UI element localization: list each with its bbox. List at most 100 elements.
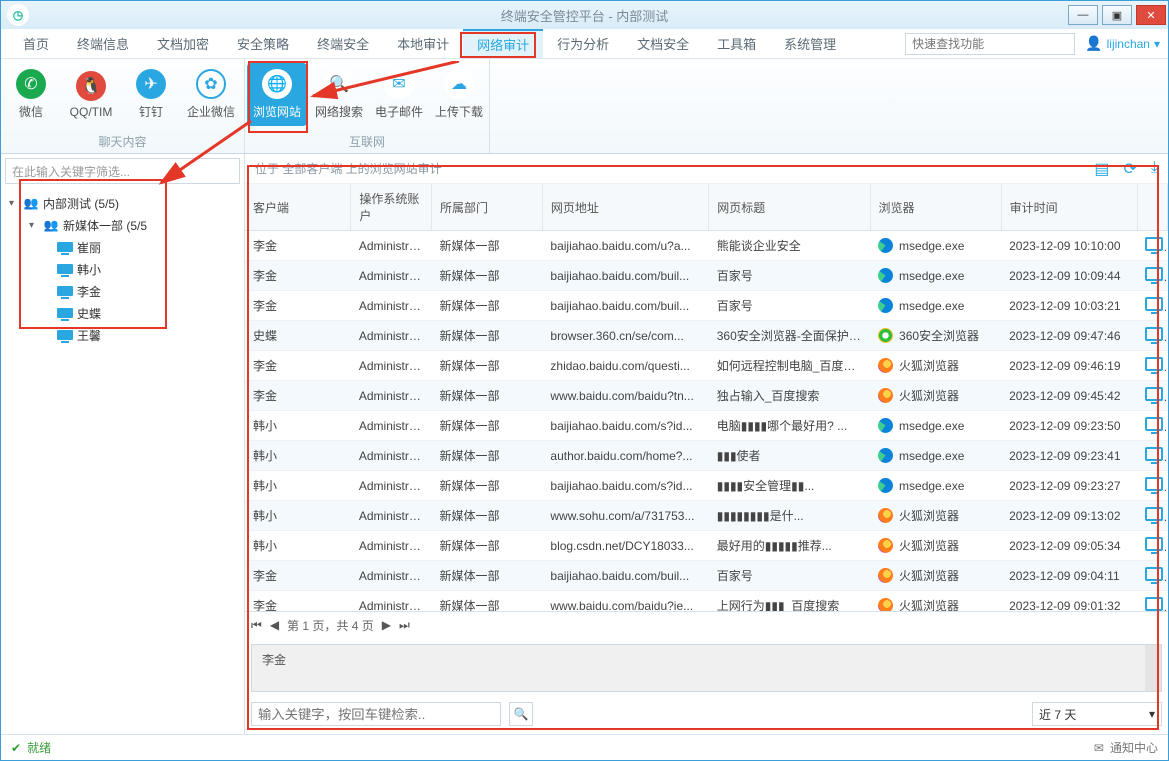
- cell-monitor[interactable]: [1137, 411, 1167, 441]
- col-title[interactable]: 网页标题: [709, 184, 870, 231]
- ribbon-enterprise-wechat[interactable]: ✿企业微信: [181, 59, 241, 130]
- pager-prev[interactable]: ◀: [270, 618, 279, 632]
- detail-scrollbar[interactable]: [1145, 645, 1161, 691]
- sidebar-filter-input[interactable]: 在此输入关键字筛选...: [5, 158, 240, 184]
- monitor-icon: [1145, 477, 1163, 491]
- refresh-icon[interactable]: ⟳: [1124, 159, 1137, 179]
- menu-terminal-security[interactable]: 终端安全: [303, 29, 383, 58]
- col-browser[interactable]: 浏览器: [870, 184, 1001, 231]
- cell-os: Administra...: [351, 591, 432, 613]
- col-dept[interactable]: 所属部门: [432, 184, 543, 231]
- table-row[interactable]: 韩小Administra...新媒体一部baijiahao.baidu.com/…: [245, 411, 1168, 441]
- monitor-icon: [1145, 297, 1163, 311]
- menu-local-audit[interactable]: 本地审计: [383, 29, 463, 58]
- col-url[interactable]: 网页地址: [542, 184, 708, 231]
- close-button[interactable]: ✕: [1136, 5, 1166, 25]
- pager-first[interactable]: ⏮: [251, 618, 262, 633]
- table-row[interactable]: 李金Administra...新媒体一部baijiahao.baidu.com/…: [245, 291, 1168, 321]
- table-row[interactable]: 李金Administra...新媒体一部www.baidu.com/baidu?…: [245, 381, 1168, 411]
- tree-leaf[interactable]: 崔丽: [1, 236, 244, 258]
- menu-system[interactable]: 系统管理: [770, 29, 850, 58]
- cell-time: 2023-12-09 10:09:44: [1001, 261, 1137, 291]
- monitor-icon: [1145, 237, 1163, 251]
- current-user[interactable]: 👤 lijinchan ▾: [1085, 35, 1160, 52]
- cell-url: baijiahao.baidu.com/s?id...: [542, 411, 708, 441]
- menu-doc-security[interactable]: 文档安全: [623, 29, 703, 58]
- ribbon-qq[interactable]: 🐧QQ/TIM: [61, 59, 121, 130]
- cell-monitor[interactable]: [1137, 231, 1167, 261]
- keyword-search-button[interactable]: 🔍: [509, 702, 533, 726]
- tree-group[interactable]: ▾ 👥 新媒体一部 (5/5: [1, 214, 244, 236]
- table-row[interactable]: 韩小Administra...新媒体一部www.sohu.com/a/73175…: [245, 501, 1168, 531]
- menu-network-audit[interactable]: 网络审计: [463, 29, 543, 58]
- pager-last[interactable]: ⏭: [399, 618, 410, 633]
- cell-monitor[interactable]: [1137, 501, 1167, 531]
- maximize-button[interactable]: ▣: [1102, 5, 1132, 25]
- table-row[interactable]: 韩小Administra...新媒体一部blog.csdn.net/DCY180…: [245, 531, 1168, 561]
- cell-monitor[interactable]: [1137, 321, 1167, 351]
- table-row[interactable]: 韩小Administra...新媒体一部author.baidu.com/hom…: [245, 441, 1168, 471]
- monitor-icon: [1145, 267, 1163, 281]
- chevron-down-icon: ▾: [1149, 707, 1155, 721]
- cell-time: 2023-12-09 09:45:42: [1001, 381, 1137, 411]
- cell-browser: 火狐浏览器: [870, 531, 1001, 561]
- table-row[interactable]: 李金Administra...新媒体一部baijiahao.baidu.com/…: [245, 561, 1168, 591]
- ribbon-email[interactable]: ✉电子邮件: [369, 59, 429, 130]
- user-name: lijinchan: [1107, 37, 1150, 51]
- breadcrumb: 位于 全部客户端 上的浏览网站审计: [255, 160, 442, 177]
- col-time[interactable]: 审计时间: [1001, 184, 1137, 231]
- table-row[interactable]: 李金Administra...新媒体一部baijiahao.baidu.com/…: [245, 261, 1168, 291]
- cell-monitor[interactable]: [1137, 291, 1167, 321]
- pager-text: 第 1 页，共 4 页: [287, 617, 374, 634]
- export-icon[interactable]: ⤓: [1151, 159, 1158, 179]
- ribbon-wechat[interactable]: ✆微信: [1, 59, 61, 130]
- menu-toolbox[interactable]: 工具箱: [703, 29, 770, 58]
- keyword-input[interactable]: [251, 702, 501, 726]
- tree-leaf[interactable]: 韩小: [1, 258, 244, 280]
- cell-monitor[interactable]: [1137, 471, 1167, 501]
- notification-center[interactable]: 通知中心: [1110, 739, 1158, 756]
- cell-time: 2023-12-09 09:23:50: [1001, 411, 1137, 441]
- tree-leaf[interactable]: 王馨: [1, 324, 244, 346]
- ribbon-web-search[interactable]: 🔍网络搜索: [309, 59, 369, 130]
- chevron-down-icon: ▾: [1154, 37, 1160, 51]
- cell-monitor[interactable]: [1137, 381, 1167, 411]
- quick-search-input[interactable]: [905, 33, 1075, 55]
- minimize-button[interactable]: —: [1068, 5, 1098, 25]
- tree-root[interactable]: ▾ 👥 内部测试 (5/5): [1, 192, 244, 214]
- statusbar: ✔ 就绪 ✉ 通知中心: [1, 734, 1168, 760]
- cell-time: 2023-12-09 09:47:46: [1001, 321, 1137, 351]
- table-row[interactable]: 史蝶Administra...新媒体一部browser.360.cn/se/co…: [245, 321, 1168, 351]
- cell-client: 李金: [245, 261, 351, 291]
- tree-leaf[interactable]: 李金: [1, 280, 244, 302]
- tree-group-label: 新媒体一部 (5/5: [63, 217, 147, 234]
- table-row[interactable]: 韩小Administra...新媒体一部baijiahao.baidu.com/…: [245, 471, 1168, 501]
- pc-icon: [57, 264, 73, 274]
- menu-doc-encrypt[interactable]: 文档加密: [143, 29, 223, 58]
- pager-next[interactable]: ▶: [382, 618, 391, 632]
- columns-icon[interactable]: ▤: [1094, 159, 1109, 179]
- menu-home[interactable]: 首页: [9, 29, 63, 58]
- table-row[interactable]: 李金Administra...新媒体一部zhidao.baidu.com/que…: [245, 351, 1168, 381]
- cell-monitor[interactable]: [1137, 351, 1167, 381]
- menu-security-policy[interactable]: 安全策略: [223, 29, 303, 58]
- cell-monitor[interactable]: [1137, 561, 1167, 591]
- cell-monitor[interactable]: [1137, 261, 1167, 291]
- col-os[interactable]: 操作系统账户: [351, 184, 432, 231]
- ribbon-upload-download[interactable]: ☁上传下载: [429, 59, 489, 130]
- col-client[interactable]: 客户端: [245, 184, 351, 231]
- menu-behavior[interactable]: 行为分析: [543, 29, 623, 58]
- cell-monitor[interactable]: [1137, 441, 1167, 471]
- table-row[interactable]: 李金Administra...新媒体一部www.baidu.com/baidu?…: [245, 591, 1168, 613]
- cell-time: 2023-12-09 09:46:19: [1001, 351, 1137, 381]
- cell-monitor[interactable]: [1137, 591, 1167, 613]
- table-row[interactable]: 李金Administra...新媒体一部baijiahao.baidu.com/…: [245, 231, 1168, 261]
- browser-icon: [878, 418, 893, 433]
- date-filter[interactable]: 近 7 天 ▾: [1032, 702, 1162, 726]
- menu-terminal-info[interactable]: 终端信息: [63, 29, 143, 58]
- ribbon-dingtalk[interactable]: ✈钉钉: [121, 59, 181, 130]
- cell-monitor[interactable]: [1137, 531, 1167, 561]
- audit-table-wrap[interactable]: 客户端 操作系统账户 所属部门 网页地址 网页标题 浏览器 审计时间 李金Adm…: [245, 184, 1168, 612]
- ribbon-browse-website[interactable]: 🌐浏览网站: [247, 63, 307, 126]
- tree-leaf[interactable]: 史蝶: [1, 302, 244, 324]
